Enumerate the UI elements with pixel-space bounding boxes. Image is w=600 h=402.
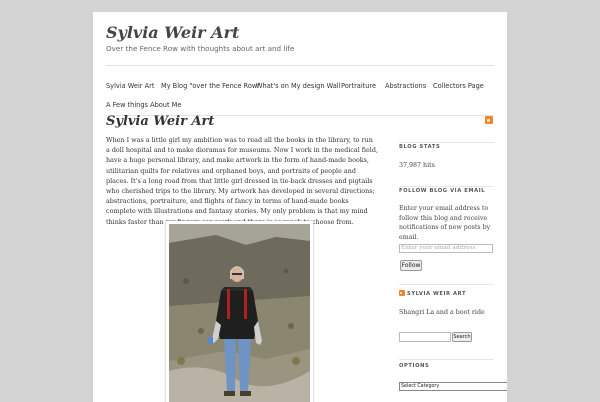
post-body: When I was a little girl my ambition was… <box>106 136 378 226</box>
search-input[interactable] <box>399 332 451 342</box>
widget-divider <box>399 186 494 187</box>
nav-item-about[interactable]: A Few things About Me <box>106 101 181 109</box>
options-title: OPTIONS <box>399 363 430 369</box>
rss-entry-link[interactable]: Shangri La and a boot ride <box>399 308 485 318</box>
nav-item-home[interactable]: Sylvia Weir Art <box>106 82 154 90</box>
post-title: Sylvia Weir Art <box>106 114 215 129</box>
blog-stats-title: BLOG STATS <box>399 144 441 150</box>
nav-item-collectors[interactable]: Collectors Page <box>433 82 484 90</box>
search-button[interactable]: Search <box>452 332 472 342</box>
widget-divider <box>399 142 494 143</box>
site-description: Over the Fence Row with thoughts about a… <box>106 44 295 53</box>
rss-icon[interactable] <box>485 116 493 124</box>
email-input[interactable]: Enter your email address <box>399 244 493 253</box>
nav-item-blog[interactable]: My Blog "over the Fence Row" <box>161 82 260 90</box>
follow-blog-text: Enter your email address to follow this … <box>399 205 491 241</box>
follow-button[interactable]: Follow <box>400 260 422 271</box>
widget-divider <box>399 359 494 360</box>
blog-stats-hits: 37,987 hits <box>399 162 435 169</box>
main-nav: Sylvia Weir Art My Blog "over the Fence … <box>106 65 494 116</box>
nav-item-portraiture[interactable]: Portraiture <box>341 82 376 90</box>
category-select[interactable]: Select Category ▼ <box>399 382 507 391</box>
artist-photo <box>166 221 313 402</box>
rss-widget-title[interactable]: SYLVIA WEIR ART <box>407 291 466 297</box>
artist-photo-image <box>169 224 310 402</box>
rss-icon[interactable] <box>399 290 405 296</box>
nav-item-abstractions[interactable]: Abstractions <box>385 82 426 90</box>
page: Sylvia Weir Art Over the Fence Row with … <box>93 12 507 402</box>
widget-divider <box>399 284 494 285</box>
category-select-value: Select Category <box>401 384 440 389</box>
site-title[interactable]: Sylvia Weir Art <box>106 23 239 42</box>
nav-item-design-wall[interactable]: What's on My design Wall <box>256 82 340 90</box>
follow-blog-title: FOLLOW BLOG VIA EMAIL <box>399 188 486 194</box>
